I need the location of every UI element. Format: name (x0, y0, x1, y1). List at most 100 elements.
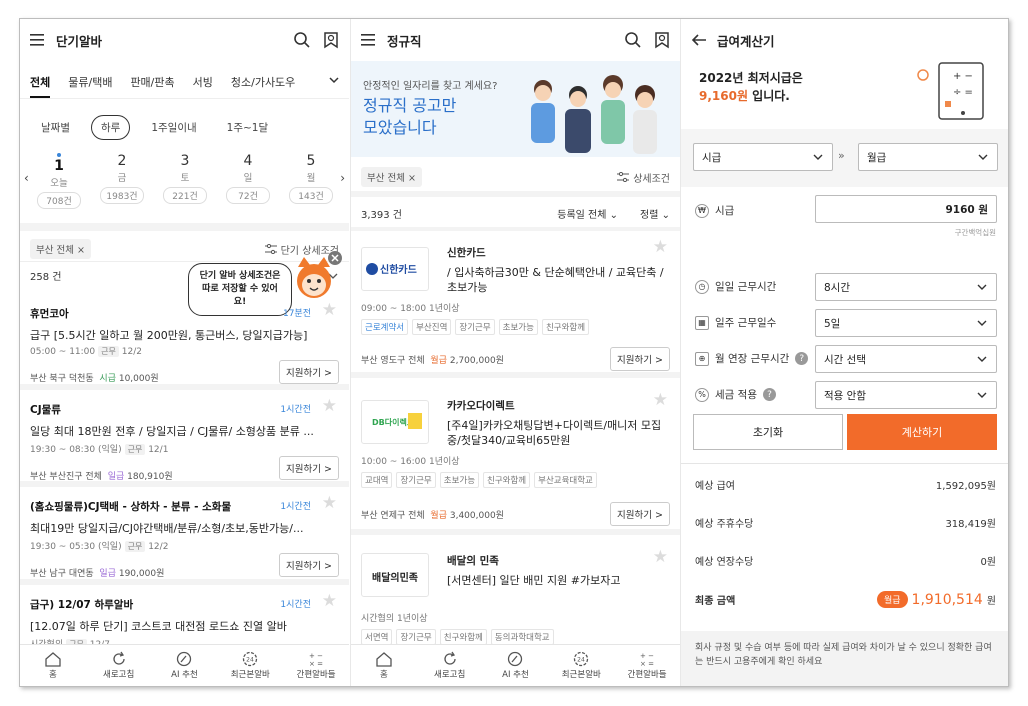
help-icon[interactable]: ? (795, 352, 809, 365)
date-item[interactable]: 3 토 221건 (163, 153, 207, 204)
divider (20, 223, 349, 231)
tab-all[interactable]: 전체 (30, 74, 51, 98)
salary-calculator-panel: 급여계산기 2022년 최저시급은 9,160원 입니다. + − ÷ = 시급 »… (680, 19, 1008, 686)
promo-banner[interactable]: 안정적인 일자리를 찾고 계세요? 정규직 공고만 모았습니다 (351, 61, 680, 157)
tab-cleaning[interactable]: 청소/가사도우 (231, 74, 295, 90)
filter-row: 부산 전체 × 상세조건 (351, 163, 680, 191)
date-item[interactable]: 1 오늘 708건 (37, 153, 81, 209)
bookmark-icon[interactable] (654, 31, 670, 49)
nav-recent[interactable]: 24 최근본알바 (217, 645, 283, 686)
filter-icon (617, 172, 630, 182)
daily-hours-select[interactable]: 8시간 (815, 273, 997, 301)
job-card[interactable]: 휴먼코아 17분전 ★ 급구 [5.5시간 일하고 월 200만원, 통근버스,… (20, 294, 349, 390)
nav-home[interactable]: 홈 (20, 645, 86, 686)
disclaimer-note: 회사 규정 및 수습 여부 등에 따라 실제 급여와 차이가 날 수 있으니 정… (681, 631, 1008, 686)
banner-question: 안정적인 일자리를 찾고 계세요? (363, 81, 498, 92)
apply-button[interactable]: 지원하기 > (610, 347, 670, 371)
calculate-button[interactable]: 계산하기 (847, 414, 997, 450)
chevron-down-icon[interactable] (323, 73, 341, 87)
star-icon[interactable]: ★ (322, 396, 337, 416)
job-tags: 서면역 장기근무 친구와함께 동의과학대학교 (361, 629, 554, 645)
chevron-down-icon (976, 390, 988, 400)
divider (351, 191, 680, 197)
home-icon (20, 650, 86, 668)
apply-button[interactable]: 지원하기 > (279, 360, 339, 384)
result-row: 예상 주휴수당 318,419원 (695, 519, 996, 530)
menu-icon[interactable] (30, 33, 46, 47)
weekly-days-select[interactable]: 5일 (815, 309, 997, 337)
svg-text:+ −: + − (640, 652, 654, 660)
to-unit-select[interactable]: 월급 (858, 143, 998, 171)
apply-button[interactable]: 지원하기 > (610, 502, 670, 526)
nav-home[interactable]: 홈 (351, 645, 417, 686)
job-card[interactable]: (홈쇼핑물류)CJ택배 - 상하차 - 분류 - 소화물 1시간전 ★ 최대19… (20, 487, 349, 585)
posted-badge: 1시간전 (280, 502, 311, 512)
job-card[interactable]: CJ물류 1시간전 ★ 일당 최대 18만원 전후 / 당일지급 / CJ물류/… (20, 390, 349, 487)
search-icon[interactable] (293, 31, 311, 49)
company-name: 신한카드 (447, 247, 486, 259)
overtime-select[interactable]: 시간 선택 (815, 345, 997, 373)
apply-button[interactable]: 지원하기 > (279, 553, 339, 577)
period-within-week[interactable]: 1주일이내 (142, 116, 205, 139)
star-icon[interactable]: ★ (653, 547, 668, 567)
final-amount: 1,910,514 (911, 591, 983, 608)
menu-icon[interactable] (361, 33, 377, 47)
job-card[interactable]: 배달의민족 배달의 민족 ★ [서면센터] 일단 배민 지원 #가보자고 시간협… (351, 541, 680, 645)
detail-filter-button[interactable]: 상세조건 (617, 170, 670, 185)
nav-calculator[interactable]: + − × = 간편알바들 (283, 645, 349, 686)
svg-text:× =: × = (309, 660, 323, 667)
compass-icon (483, 650, 549, 668)
period-one-day[interactable]: 하루 (90, 115, 131, 140)
bookmark-icon[interactable] (323, 31, 339, 49)
star-icon[interactable]: ★ (322, 493, 337, 513)
sort-date-dropdown[interactable]: 등록일 전체 ⌄ (557, 206, 618, 221)
star-icon[interactable]: ★ (322, 591, 337, 611)
result-count: 3,393 건 (361, 209, 403, 221)
result-count-row: 3,393 건 등록일 전체 ⌄ 정렬 ⌄ (351, 199, 680, 227)
period-by-date[interactable]: 날짜별 (32, 116, 79, 139)
search-icon[interactable] (624, 31, 642, 49)
job-card[interactable]: 신한카드 신한카드 ★ / 입사축하금30만 & 단순혜택안내 / 교육단축 /… (351, 231, 680, 378)
nav-ai[interactable]: AI 추천 (483, 645, 549, 686)
tab-logistics[interactable]: 물류/택배 (68, 74, 112, 90)
apply-button[interactable]: 지원하기 > (279, 456, 339, 480)
period-week-month[interactable]: 1주~1달 (218, 116, 277, 139)
from-unit-select[interactable]: 시급 (693, 143, 833, 171)
nav-ai[interactable]: AI 추천 (152, 645, 218, 686)
nav-refresh[interactable]: 새로고침 (86, 645, 152, 686)
hourly-wage-input[interactable]: 9160 원 (815, 195, 997, 223)
date-item[interactable]: 4 일 72건 (226, 153, 270, 204)
chevron-down-icon (977, 152, 989, 162)
chevron-down-icon (976, 282, 988, 292)
help-icon[interactable]: ? (762, 388, 776, 401)
region-chip[interactable]: 부산 전체 × (30, 239, 91, 259)
company-logo: DB다이렉트 (361, 400, 429, 444)
filter-icon (264, 244, 277, 254)
job-card[interactable]: DB다이렉트 카카오다이렉트 ★ [주4일]카카오채팅답변+다이렉트/매니저 모… (351, 384, 680, 535)
star-icon[interactable]: ★ (653, 390, 668, 410)
star-icon[interactable]: ★ (653, 237, 668, 257)
svg-text:+ −: + − (953, 71, 973, 82)
close-icon[interactable] (328, 251, 342, 265)
date-item[interactable]: 2 금 1983건 (100, 153, 144, 204)
tax-select[interactable]: 적용 안함 (815, 381, 997, 409)
chevron-right-icon[interactable]: › (340, 171, 345, 185)
office-workers-illustration (523, 75, 673, 157)
page-title: 급여계산기 (717, 33, 775, 49)
tab-serving[interactable]: 서빙 (193, 74, 213, 90)
min-wage-text: 2022년 최저시급은 9,160원 입니다. (699, 71, 803, 103)
divider (681, 463, 1008, 464)
clock-icon: ◷ (695, 279, 709, 294)
tab-sales[interactable]: 판매/판촉 (130, 74, 174, 90)
nav-recent[interactable]: 24 최근본알바 (548, 645, 614, 686)
sort-order-dropdown[interactable]: 정렬 ⌄ (640, 206, 670, 221)
region-chip[interactable]: 부산 전체 × (361, 167, 422, 187)
star-icon[interactable]: ★ (322, 300, 337, 320)
date-item[interactable]: 5 월 143건 (289, 153, 333, 204)
nav-refresh[interactable]: 새로고침 (417, 645, 483, 686)
nav-calculator[interactable]: + − × = 간편알바들 (614, 645, 680, 686)
reset-button[interactable]: 초기화 (693, 414, 843, 450)
back-arrow-icon[interactable] (691, 33, 707, 47)
company-name: 카카오다이렉트 (447, 400, 515, 412)
bottom-nav: 홈 새로고침 AI 추천 24 최근본알바 + − × = 간편알바들 (351, 644, 680, 686)
